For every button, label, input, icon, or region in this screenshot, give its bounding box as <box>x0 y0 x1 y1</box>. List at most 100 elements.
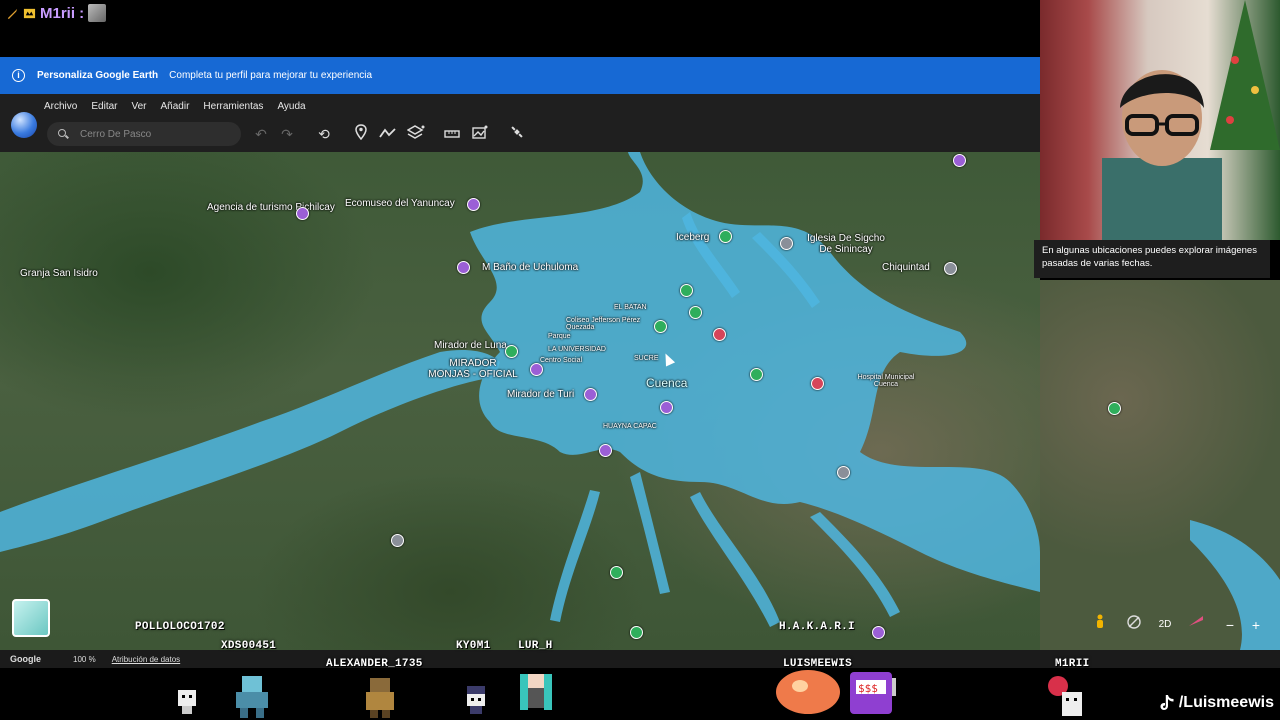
search-input[interactable]: Cerro De Pasco <box>80 129 151 140</box>
tilt-icon[interactable] <box>1186 614 1206 636</box>
place-pin-icon[interactable] <box>719 230 732 243</box>
toolbar: Cerro De Pasco ↶ ↷ ⟲ <box>0 112 1040 152</box>
sword-badge-icon <box>7 8 18 19</box>
place-pin-icon[interactable] <box>660 401 673 414</box>
place-pin-icon[interactable] <box>872 626 885 639</box>
menu-archivo[interactable]: Archivo <box>44 101 77 112</box>
place-pin-icon[interactable] <box>391 534 404 547</box>
map-label-granja[interactable]: Granja San Isidro <box>20 268 98 279</box>
place-pin-icon[interactable] <box>467 198 480 211</box>
map-label-mirador-monjas[interactable]: MIRADOR MONJAS - OFICIAL <box>428 358 518 380</box>
flood-overlay-right <box>1190 520 1280 650</box>
zoom-level: 100 % <box>73 654 96 664</box>
chatter-sprite-miku-icon <box>520 674 552 710</box>
view-2d-button[interactable]: 2D <box>1154 614 1176 636</box>
compass-icon[interactable] <box>1124 614 1144 636</box>
banner-text[interactable]: Completa tu perfil para mejorar tu exper… <box>169 70 372 81</box>
chatter-sprite-warrior-icon <box>366 678 394 718</box>
map-label-coliseo[interactable]: Coliseo Jefferson Pérez Quezada <box>566 317 656 331</box>
map-label-iglesia[interactable]: Iglesia De Sigcho De Sinincay <box>800 233 892 255</box>
attribution-link[interactable]: Atribución de datos <box>112 655 181 664</box>
redo-icon[interactable]: ↷ <box>277 124 297 144</box>
image-overlay-icon[interactable] <box>470 124 490 144</box>
menu-ayuda[interactable]: Ayuda <box>277 101 305 112</box>
place-pin-icon[interactable] <box>780 237 793 250</box>
place-pin-icon[interactable] <box>944 262 957 275</box>
undo-icon[interactable]: ↶ <box>251 124 271 144</box>
satellite-icon[interactable] <box>507 124 527 144</box>
place-pin-icon[interactable] <box>584 388 597 401</box>
map-label-mirador-turi[interactable]: Mirador de Turi <box>507 389 574 400</box>
chatter-sprite-slot-machine-icon: $$$ <box>850 672 896 714</box>
earth-map-view[interactable]: Agencia de turismo Pichilcay Ecomuseo de… <box>0 152 1040 650</box>
search-box[interactable]: Cerro De Pasco <box>47 122 241 146</box>
chatter-name: KY0M1 <box>456 640 491 652</box>
history-icon[interactable]: ⟲ <box>314 124 334 144</box>
christmas-tree-icon <box>1210 0 1280 150</box>
place-pin-icon[interactable] <box>837 466 850 479</box>
place-pin-icon[interactable] <box>296 207 309 220</box>
map-label-huayna-capac[interactable]: HUAYNA CAPAC <box>603 423 657 430</box>
earth-map-view-right[interactable] <box>1040 280 1280 650</box>
place-pin-icon[interactable] <box>1108 402 1121 415</box>
map-style-thumbnail[interactable] <box>12 599 50 637</box>
place-pin-icon[interactable] <box>689 306 702 319</box>
place-pin-icon[interactable] <box>750 368 763 381</box>
svg-text:$$$: $$$ <box>858 682 878 695</box>
zoom-out-button[interactable]: − <box>1220 614 1240 636</box>
place-pin-icon[interactable] <box>610 566 623 579</box>
map-label-el-batan[interactable]: EL BATAN <box>614 304 647 311</box>
menu-bar: Archivo Editar Ver Añadir Herramientas A… <box>0 94 1040 118</box>
streamer-webcam <box>1040 0 1280 240</box>
chatter-sprite-mech-icon <box>236 676 268 718</box>
place-pin-icon[interactable] <box>599 444 612 457</box>
map-label-iceberg[interactable]: Iceberg <box>676 232 709 243</box>
chatter-name: XDS00451 <box>221 640 277 652</box>
tiktok-handle-text: /Luismeewis <box>1178 694 1274 711</box>
menu-ver[interactable]: Ver <box>131 101 146 112</box>
info-icon: i <box>12 69 25 82</box>
layers-icon[interactable] <box>406 124 426 144</box>
map-label-agencia[interactable]: Agencia de turismo Pichilcay <box>207 202 335 213</box>
map-label-sucre[interactable]: SUCRE <box>634 355 659 362</box>
profile-banner[interactable]: i Personaliza Google Earth Completa tu p… <box>0 57 1040 94</box>
menu-anadir[interactable]: Añadir <box>161 101 190 112</box>
map-label-chiquintad[interactable]: Chiquintad <box>882 262 930 273</box>
pegman-icon[interactable] <box>1090 614 1110 636</box>
add-path-icon[interactable] <box>378 124 398 144</box>
chatter-sprite-ninja-icon <box>467 686 485 714</box>
place-pin-icon[interactable] <box>953 154 966 167</box>
chatter-sprite-dragon-icon <box>776 670 840 714</box>
ruler-icon[interactable] <box>442 124 462 144</box>
tiktok-icon <box>1160 695 1174 710</box>
map-label-centro-social[interactable]: Centro Social <box>540 357 582 364</box>
chatter-name: M1RII <box>1055 658 1090 670</box>
chatter-sprite-balloon-icon <box>1048 676 1082 716</box>
map-label-bano[interactable]: M Baño de Uchuloma <box>482 262 578 273</box>
map-label-hospital[interactable]: Hospital Municipal Cuenca <box>846 374 926 388</box>
place-pin-icon[interactable] <box>457 261 470 274</box>
google-earth-logo-icon[interactable] <box>11 112 37 138</box>
map-label-ecomuseo[interactable]: Ecomuseo del Yanuncay <box>345 198 455 209</box>
chatter-name: LUR_H <box>518 640 553 652</box>
place-pin-icon[interactable] <box>530 363 543 376</box>
tiktok-handle: /Luismeewis <box>1159 694 1274 712</box>
zoom-in-button[interactable]: + <box>1246 614 1266 636</box>
hospital-pin-icon[interactable] <box>713 328 726 341</box>
place-pin-icon[interactable] <box>630 626 643 639</box>
add-placemark-icon[interactable] <box>351 124 371 144</box>
map-label-cuenca[interactable]: Cuenca <box>646 376 687 390</box>
place-pin-icon[interactable] <box>680 284 693 297</box>
map-label-universidad[interactable]: LA UNIVERSIDAD <box>548 346 606 353</box>
menu-editar[interactable]: Editar <box>91 101 117 112</box>
map-label-mirador-luna[interactable]: Mirador de Luna <box>434 340 507 351</box>
flood-overlay <box>0 152 1040 627</box>
hospital-pin-icon[interactable] <box>811 377 824 390</box>
map-label-parque[interactable]: Parque <box>548 333 571 340</box>
search-icon <box>58 129 68 139</box>
chatter-sprite-robot-icon <box>178 690 196 714</box>
place-pin-icon[interactable] <box>654 320 667 333</box>
history-imagery-tooltip: En algunas ubicaciones puedes explorar i… <box>1034 240 1270 278</box>
menu-herramientas[interactable]: Herramientas <box>203 101 263 112</box>
place-pin-icon[interactable] <box>505 345 518 358</box>
